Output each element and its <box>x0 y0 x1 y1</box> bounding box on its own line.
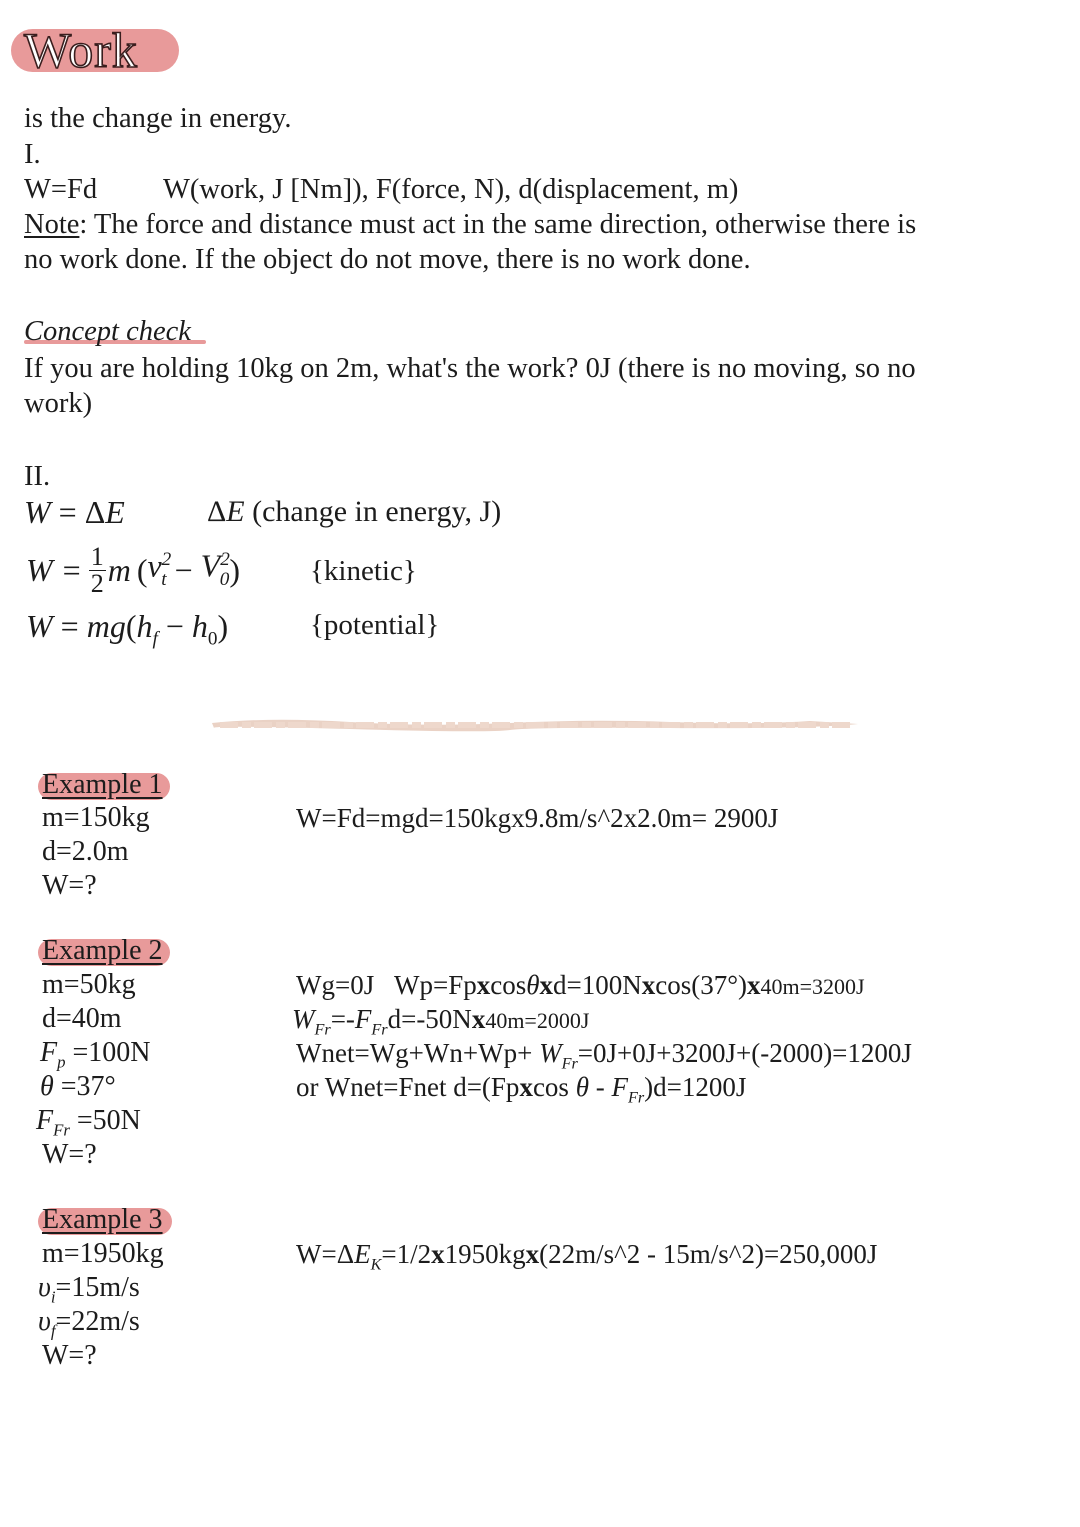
example-1-given: d=2.0m <box>42 836 129 867</box>
page-title: Work <box>23 21 138 79</box>
example-1-solution: W=Fd=mgd=150kgx9.8m/s^2x2.0m= 2900J <box>296 803 779 833</box>
fraction-one-half: 1 2 <box>88 541 106 598</box>
kinetic-tag: {kinetic} <box>310 555 417 587</box>
concept-check-line-1: If you are holding 10kg on 2m, what's th… <box>24 353 916 384</box>
equation-kinetic: W = 1 2 m ( v2t − V20 ) <box>26 541 241 598</box>
example-2-solution-line-4: or Wnet=Fnet d=(Fpxcos θ - FFr)d=1200J <box>296 1072 747 1107</box>
example-2-title: Example 2 <box>42 935 163 966</box>
example-1-title: Example 1 <box>42 769 163 800</box>
eq1-lhs: W <box>24 494 51 530</box>
concept-check-line-2: work) <box>24 388 93 419</box>
example-1-given: m=150kg <box>42 802 150 833</box>
example-3-title: Example 3 <box>42 1204 163 1235</box>
eq1-note-text: (change in energy, J) <box>244 495 502 528</box>
divider-brush-stroke <box>212 719 858 732</box>
note-line-2: no work done. If the object do not move,… <box>24 244 751 275</box>
example-2-given: W=? <box>42 1139 97 1170</box>
section-1-label: I. <box>24 139 41 170</box>
potential-tag: {potential} <box>310 609 440 641</box>
equation-potential: W = mg(hf − h0) <box>26 608 229 650</box>
eq1-note: ΔE (change in energy, J) <box>207 495 502 528</box>
example-1-given: W=? <box>42 870 97 901</box>
concept-check-heading: Concept check <box>24 316 191 347</box>
intro-text: is the change in energy. <box>24 103 292 134</box>
equation-work-energy: W = ΔE <box>24 492 125 532</box>
example-3-given: m=1950kg <box>42 1238 164 1269</box>
note-label: Note <box>24 209 80 240</box>
section-1-formula: W=Fd <box>24 174 98 205</box>
example-3-solution: W=ΔEK=1/2x1950kgx(22m/s^2 - 15m/s^2)=250… <box>296 1239 878 1274</box>
note-line-1: Note: The force and distance must act in… <box>24 207 916 242</box>
example-2-given: m=50kg <box>42 969 136 1000</box>
note-text: : The force and distance must act in the… <box>79 209 917 240</box>
example-2-given-theta: θ =37° <box>40 1071 116 1102</box>
section-2-label: II. <box>24 461 51 492</box>
example-2-solution-line-1: Wg=0J Wp=Fpxcosθxd=100Nxcos(37°)x40m=320… <box>296 970 865 1000</box>
example-3-given: W=? <box>42 1340 97 1371</box>
section-1-legend: W(work, J [Nm]), F(force, N), d(displace… <box>163 174 739 205</box>
example-2-given: d=40m <box>42 1003 122 1034</box>
eq1-rhs: = ΔE <box>58 494 125 530</box>
